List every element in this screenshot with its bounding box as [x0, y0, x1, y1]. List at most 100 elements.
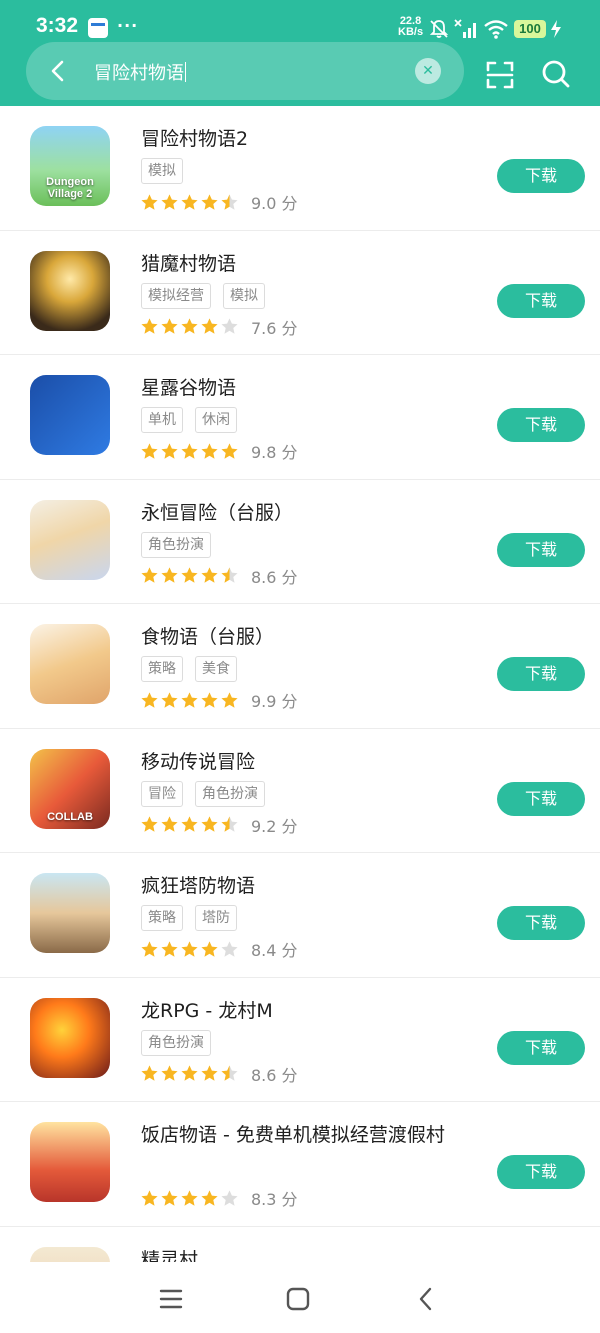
close-icon[interactable]: ✕ [415, 58, 441, 84]
app-score: 8.4 分 [251, 941, 298, 960]
app-icon[interactable] [30, 375, 110, 455]
app-tags: 模拟经营 模拟 [141, 282, 265, 309]
app-tag: 角色扮演 [195, 780, 265, 807]
search-input[interactable]: 冒险村物语 [94, 59, 186, 85]
star-rating [140, 815, 239, 834]
app-score: 9.8 分 [251, 443, 298, 462]
app-list-item[interactable]: 星露谷物语单机 休闲 9.8 分 下载 [0, 355, 600, 480]
app-icon[interactable] [30, 624, 110, 704]
download-button[interactable]: 下载 [497, 1155, 585, 1189]
download-button[interactable]: 下载 [497, 408, 585, 442]
app-tags: 单机 休闲 [141, 407, 237, 433]
app-name[interactable]: 饭店物语 - 免费单机模拟经营渡假村 [141, 1120, 445, 1147]
app-rating: 8.4 分 [140, 937, 298, 961]
star-icon [161, 193, 178, 210]
download-button[interactable]: 下载 [497, 906, 585, 940]
search-results-list[interactable]: Dungeon Village 2 冒险村物语2 模拟 9.0 分下载 猎魔村物语 模拟经… [0, 106, 600, 1262]
system-nav-bar [0, 1262, 600, 1333]
star-icon [201, 816, 218, 832]
app-icon[interactable] [30, 997, 110, 1078]
home-icon[interactable] [285, 1286, 311, 1312]
notification-app-icon [88, 18, 108, 38]
star-icon [201, 442, 218, 459]
star-icon [201, 193, 218, 210]
search-box[interactable]: 冒险村物语 ✕ [26, 42, 464, 100]
download-button[interactable]: 下载 [497, 159, 585, 193]
app-tag: 策略 [141, 905, 183, 931]
app-name[interactable]: 冒险村物语2 [141, 124, 248, 151]
app-name[interactable]: 食物语（台服） [141, 622, 274, 649]
star-icon [161, 1189, 178, 1206]
more-notifications-icon: ··· [117, 16, 139, 35]
app-name[interactable]: 移动传说冒险 [141, 747, 255, 774]
download-button[interactable]: 下载 [497, 283, 585, 318]
app-list-item[interactable]: 饭店物语 - 免费单机模拟经营渡假村 8.3 分 下载 [0, 1102, 600, 1227]
app-name[interactable]: 龙RPG - 龙村M [141, 996, 273, 1023]
app-list-item[interactable]: 精灵村 [0, 1227, 600, 1263]
app-rating: 8.3 分 [140, 1186, 298, 1210]
app-rating: 7.6 分 [140, 315, 298, 339]
star-icon [141, 816, 158, 832]
app-name[interactable]: 猎魔村物语 [141, 249, 236, 276]
app-icon[interactable]: COLLAB [30, 748, 110, 829]
app-icon[interactable] [30, 250, 110, 331]
star-icon [161, 691, 178, 708]
app-name[interactable]: 星露谷物语 [141, 373, 236, 400]
app-icon[interactable] [30, 1122, 110, 1202]
star-icon [181, 1065, 198, 1081]
signal-icon [454, 19, 476, 38]
star-icon [141, 1065, 158, 1081]
star-icon [161, 940, 178, 957]
search-icon[interactable] [541, 59, 571, 89]
download-button[interactable]: 下载 [497, 657, 585, 691]
app-score: 7.6 分 [251, 318, 298, 338]
app-tags: 冒险 角色扮演 [141, 780, 265, 807]
star-icon [141, 1189, 158, 1206]
star-icon [161, 318, 178, 334]
star-icon [181, 816, 198, 832]
app-tag: 休闲 [195, 407, 237, 433]
app-list-item[interactable]: Dungeon Village 2 冒险村物语2 模拟 9.0 分 下载 [0, 106, 600, 231]
star-icon [181, 940, 198, 957]
app-name[interactable]: 永恒冒险（台服） [141, 498, 293, 525]
app-tags: 策略 塔防 [141, 905, 237, 931]
app-name[interactable]: 精灵村 [141, 1245, 198, 1263]
star-icon [221, 1065, 238, 1081]
back-icon[interactable] [414, 1286, 440, 1312]
app-tag: 模拟 [141, 158, 183, 184]
star-icon [141, 567, 158, 583]
app-list-item[interactable]: 永恒冒险（台服） 角色扮演 8.6 分 下载 [0, 480, 600, 604]
app-icon[interactable] [30, 1246, 110, 1262]
app-list-item[interactable]: 猎魔村物语模拟经营 模拟 7.6 分 下载 [0, 231, 600, 355]
star-rating [140, 566, 239, 585]
app-tag: 模拟 [223, 282, 265, 309]
app-tag: 角色扮演 [141, 1029, 211, 1056]
star-icon [161, 567, 178, 583]
star-icon [181, 691, 198, 708]
menu-icon[interactable] [158, 1286, 184, 1312]
app-list-item[interactable]: 疯狂塔防物语 策略 塔防 8.4 分 下载 [0, 853, 600, 978]
back-arrow-icon[interactable] [46, 58, 72, 84]
app-icon[interactable] [30, 499, 110, 580]
star-rating [140, 1189, 239, 1208]
star-icon [201, 940, 218, 957]
app-name[interactable]: 疯狂塔防物语 [141, 871, 255, 898]
star-rating [140, 193, 239, 212]
app-tags: 角色扮演 [141, 531, 211, 558]
download-button[interactable]: 下载 [497, 1030, 585, 1065]
star-icon [161, 442, 178, 459]
app-icon[interactable] [30, 873, 110, 953]
star-icon [181, 442, 198, 459]
download-button[interactable]: 下载 [497, 532, 585, 567]
app-list-item[interactable]: COLLAB 移动传说冒险 冒险 角色扮演 9.2 分 下载 [0, 729, 600, 853]
download-button[interactable]: 下载 [497, 781, 585, 816]
star-icon [141, 318, 158, 334]
star-icon [141, 442, 158, 459]
app-list-item[interactable]: 食物语（台服） 策略 美食 9.9 分 下载 [0, 604, 600, 729]
app-icon[interactable]: Dungeon Village 2 [30, 126, 110, 206]
app-icon-label: Dungeon Village 2 [46, 176, 94, 200]
network-speed: 22.8 KB/s [398, 16, 423, 38]
status-bar: 3:32 ··· 22.8 KB/s 100 [0, 0, 600, 44]
app-list-item[interactable]: 龙RPG - 龙村M 角色扮演 8.6 分 下载 [0, 978, 600, 1102]
scan-icon[interactable] [485, 60, 515, 90]
